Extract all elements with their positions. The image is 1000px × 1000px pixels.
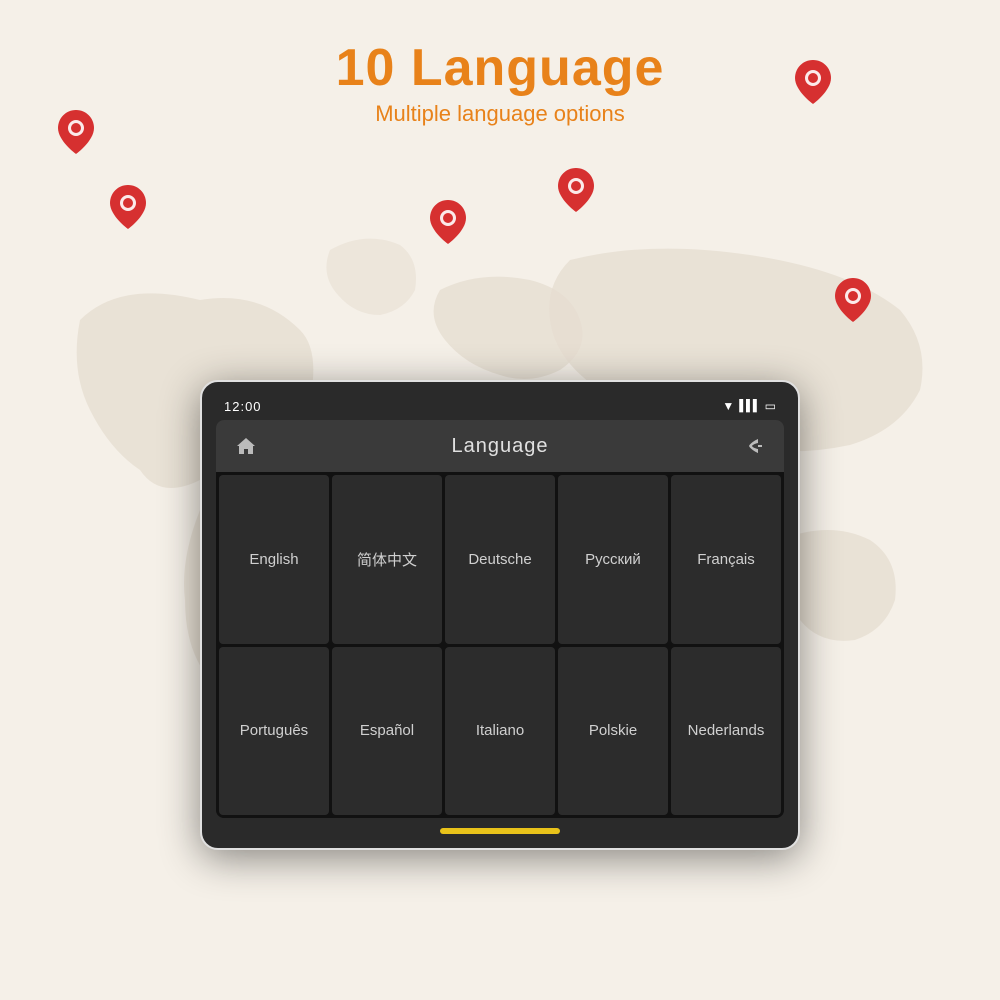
header-title: 10 Language <box>0 40 1000 97</box>
lang-dutch[interactable]: Nederlands <box>671 647 781 816</box>
bars-icon: ▌▌▌ <box>739 400 759 412</box>
header-section: 10 Language Multiple language options <box>0 40 1000 127</box>
device-screen: Language English 简体中文 Deutsche Русский F… <box>216 420 784 818</box>
header-subtitle: Multiple language options <box>0 101 1000 127</box>
lang-polish[interactable]: Polskie <box>558 647 668 816</box>
status-bar: 12:00 ▼ ▌▌▌ ▭ <box>216 392 784 420</box>
signal-icon: ▼ <box>722 399 734 413</box>
lang-spanish[interactable]: Español <box>332 647 442 816</box>
lang-french[interactable]: Français <box>671 475 781 644</box>
battery-icon: ▭ <box>765 399 776 413</box>
back-button[interactable] <box>734 426 774 466</box>
bottom-indicator <box>440 828 560 834</box>
lang-english[interactable]: English <box>219 475 329 644</box>
language-grid: English 简体中文 Deutsche Русский Français P… <box>216 472 784 818</box>
lang-italian[interactable]: Italiano <box>445 647 555 816</box>
map-pin-4 <box>430 200 466 244</box>
map-pin-6 <box>835 278 871 322</box>
lang-portuguese[interactable]: Português <box>219 647 329 816</box>
lang-chinese[interactable]: 简体中文 <box>332 475 442 644</box>
lang-deutsche[interactable]: Deutsche <box>445 475 555 644</box>
status-time: 12:00 <box>224 399 262 414</box>
lang-russian[interactable]: Русский <box>558 475 668 644</box>
device-frame: 12:00 ▼ ▌▌▌ ▭ Language Engl <box>200 380 800 850</box>
status-icons: ▼ ▌▌▌ ▭ <box>722 399 776 413</box>
title-bar: Language <box>216 420 784 472</box>
screen-title: Language <box>266 435 734 458</box>
map-pin-3 <box>110 185 146 229</box>
map-pin-5 <box>558 168 594 212</box>
home-button[interactable] <box>226 426 266 466</box>
